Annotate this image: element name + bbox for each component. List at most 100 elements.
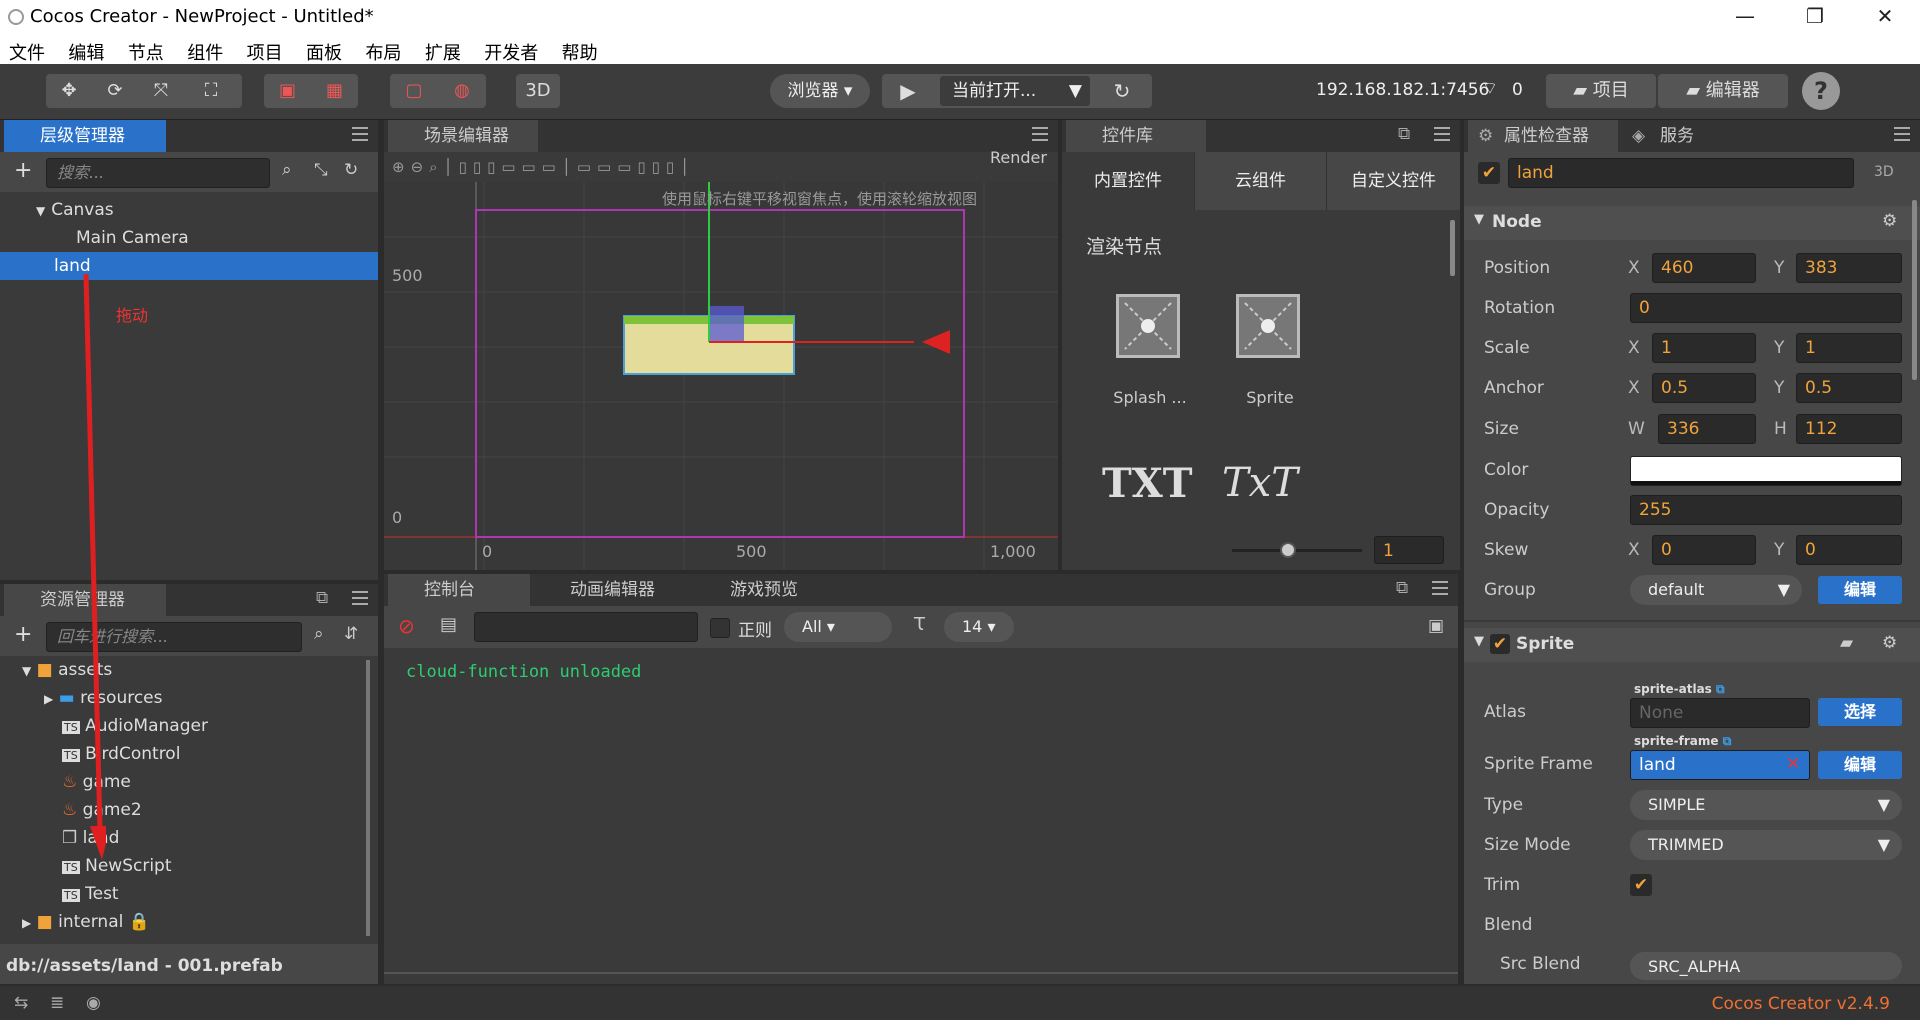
- clear-frame-icon[interactable]: ✕: [1786, 754, 1800, 774]
- tab-game-preview[interactable]: 游戏预览: [694, 574, 844, 606]
- menu-help[interactable]: 帮助: [553, 34, 607, 65]
- expand-icon[interactable]: ▼: [22, 664, 31, 678]
- inspector-scrollbar[interactable]: [1912, 200, 1917, 380]
- size-w-input[interactable]: 336: [1658, 414, 1756, 444]
- play-button[interactable]: ▶: [882, 74, 934, 108]
- menu-project[interactable]: 项目: [238, 34, 292, 65]
- gear-icon[interactable]: ⚙: [1882, 633, 1897, 653]
- tab-hierarchy[interactable]: 层级管理器: [4, 120, 166, 152]
- scale-tool-button[interactable]: ⤧: [138, 74, 184, 108]
- tree-item-canvas[interactable]: ▼ Canvas: [36, 196, 114, 224]
- tab-services[interactable]: ◈ 服务: [1624, 120, 1724, 152]
- node-section-header[interactable]: ▼ Node ⚙: [1464, 206, 1920, 240]
- scene-select[interactable]: 当前打开... ▼: [940, 76, 1090, 106]
- log-level-select[interactable]: All ▾: [784, 612, 892, 642]
- render-select[interactable]: Render: [990, 148, 1047, 167]
- menu-layout[interactable]: 布局: [356, 34, 410, 65]
- anchor-x-input[interactable]: 0.5: [1652, 373, 1756, 403]
- open-editor-button[interactable]: ▰ 编辑器: [1658, 74, 1788, 108]
- position-y-input[interactable]: 383: [1796, 253, 1902, 283]
- add-node-button[interactable]: +: [14, 158, 32, 183]
- search-icon[interactable]: ⌕: [282, 160, 292, 180]
- sync-icon[interactable]: ⇆: [14, 993, 28, 1013]
- hierarchy-search-input[interactable]: 搜索...: [46, 158, 270, 188]
- scale-y-input[interactable]: 1: [1796, 333, 1902, 363]
- popout-icon[interactable]: ⧉: [316, 588, 328, 608]
- local-global-button[interactable]: ▦: [311, 74, 358, 108]
- scale-x-input[interactable]: 1: [1652, 333, 1756, 363]
- regex-checkbox[interactable]: [710, 618, 730, 638]
- tab-library[interactable]: 控件库: [1066, 120, 1206, 152]
- sort-icon[interactable]: ⇵: [344, 624, 358, 644]
- tab-builtin[interactable]: 内置控件: [1062, 152, 1194, 210]
- tab-inspector[interactable]: ⚙ 属性检查器: [1468, 120, 1618, 152]
- label-widget-icon[interactable]: TXT: [1102, 460, 1193, 507]
- panel-menu-icon[interactable]: [1432, 581, 1448, 595]
- tab-console[interactable]: 控制台: [388, 574, 530, 606]
- snap-button[interactable]: ▢: [390, 74, 438, 108]
- skew-x-input[interactable]: 0: [1652, 535, 1756, 565]
- zoom-value-input[interactable]: 1: [1374, 536, 1444, 564]
- tab-custom[interactable]: 自定义控件: [1326, 152, 1460, 210]
- font-size-select[interactable]: 14 ▾: [944, 612, 1014, 642]
- node-active-checkbox[interactable]: ✔: [1478, 162, 1500, 184]
- expand-icon[interactable]: ▶: [44, 692, 53, 706]
- menu-panel[interactable]: 面板: [297, 34, 351, 65]
- move-tool-button[interactable]: ✥: [46, 74, 92, 108]
- search-icon[interactable]: ⌕: [314, 624, 324, 644]
- atlas-select-button[interactable]: 选择: [1818, 698, 1902, 726]
- book-help-icon[interactable]: ▰: [1840, 633, 1853, 653]
- panel-menu-icon[interactable]: [1894, 127, 1910, 141]
- console-hscrollbar[interactable]: [384, 972, 1458, 974]
- minimize-button[interactable]: —: [1710, 0, 1780, 34]
- menu-file[interactable]: 文件: [0, 34, 54, 65]
- sprite-frame-edit-button[interactable]: 编辑: [1818, 751, 1902, 779]
- refresh-icon[interactable]: ↻: [344, 160, 358, 180]
- size-mode-select[interactable]: TRIMMED ▼: [1630, 830, 1902, 860]
- menu-node[interactable]: 节点: [119, 34, 173, 65]
- panel-menu-icon[interactable]: [352, 127, 368, 141]
- group-edit-button[interactable]: 编辑: [1818, 576, 1902, 604]
- anchor-y-input[interactable]: 0.5: [1796, 373, 1902, 403]
- menu-extension[interactable]: 扩展: [416, 34, 470, 65]
- collapse-console-icon[interactable]: ▣: [1428, 616, 1444, 636]
- sprite-widget-icon[interactable]: [1236, 294, 1300, 358]
- rotation-input[interactable]: 0: [1630, 293, 1902, 323]
- library-scrollbar[interactable]: [1450, 220, 1455, 276]
- zoom-slider[interactable]: [1232, 549, 1362, 552]
- gear-icon[interactable]: ⚙: [1882, 211, 1897, 231]
- eye-icon[interactable]: ◉: [86, 993, 101, 1013]
- opacity-input[interactable]: 255: [1630, 495, 1902, 525]
- atlas-input[interactable]: None: [1630, 698, 1810, 728]
- scene-viewport[interactable]: 使用鼠标右键平移视窗焦点，使用滚轮缩放视图 500 0 0 500 1,000: [384, 182, 1058, 570]
- sprite-enabled-checkbox[interactable]: ✔: [1490, 634, 1510, 654]
- menu-developer[interactable]: 开发者: [475, 34, 547, 65]
- node-name-input[interactable]: land: [1508, 158, 1854, 188]
- panel-menu-icon[interactable]: [1434, 127, 1450, 141]
- zoom-slider-handle[interactable]: [1280, 542, 1296, 558]
- tab-scene-editor[interactable]: 场景编辑器: [388, 120, 538, 152]
- pivot-button[interactable]: ▣: [264, 74, 311, 108]
- tree-item-land[interactable]: land: [0, 252, 378, 280]
- color-picker[interactable]: [1630, 456, 1902, 486]
- open-project-button[interactable]: ▰ 项目: [1546, 74, 1656, 108]
- expand-icon[interactable]: ▼: [36, 204, 45, 218]
- tree-item-test[interactable]: TS Test: [62, 880, 119, 908]
- expand-icon[interactable]: ▶: [22, 916, 31, 930]
- restore-button[interactable]: ❐: [1780, 0, 1850, 34]
- menu-component[interactable]: 组件: [178, 34, 232, 65]
- tab-animation-editor[interactable]: 动画编辑器: [534, 574, 694, 606]
- console-filter-input[interactable]: [474, 612, 698, 642]
- tree-item-main-camera[interactable]: Main Camera: [76, 224, 189, 252]
- open-log-file-icon[interactable]: ▤: [440, 614, 457, 635]
- collapse-icon[interactable]: ⤡: [314, 160, 328, 180]
- rotate-tool-button[interactable]: ⟳: [92, 74, 138, 108]
- trim-checkbox[interactable]: ✔: [1630, 874, 1652, 896]
- close-button[interactable]: ✕: [1850, 0, 1920, 34]
- rect-tool-button[interactable]: ⛶: [188, 74, 234, 108]
- position-x-input[interactable]: 460: [1652, 253, 1756, 283]
- mode-3d-button[interactable]: 3D: [516, 74, 560, 108]
- tree-item-internal[interactable]: ▶ ■ internal 🔒: [22, 908, 150, 936]
- grid-button[interactable]: ◍: [438, 74, 486, 108]
- popout-icon[interactable]: ⧉: [1398, 124, 1410, 144]
